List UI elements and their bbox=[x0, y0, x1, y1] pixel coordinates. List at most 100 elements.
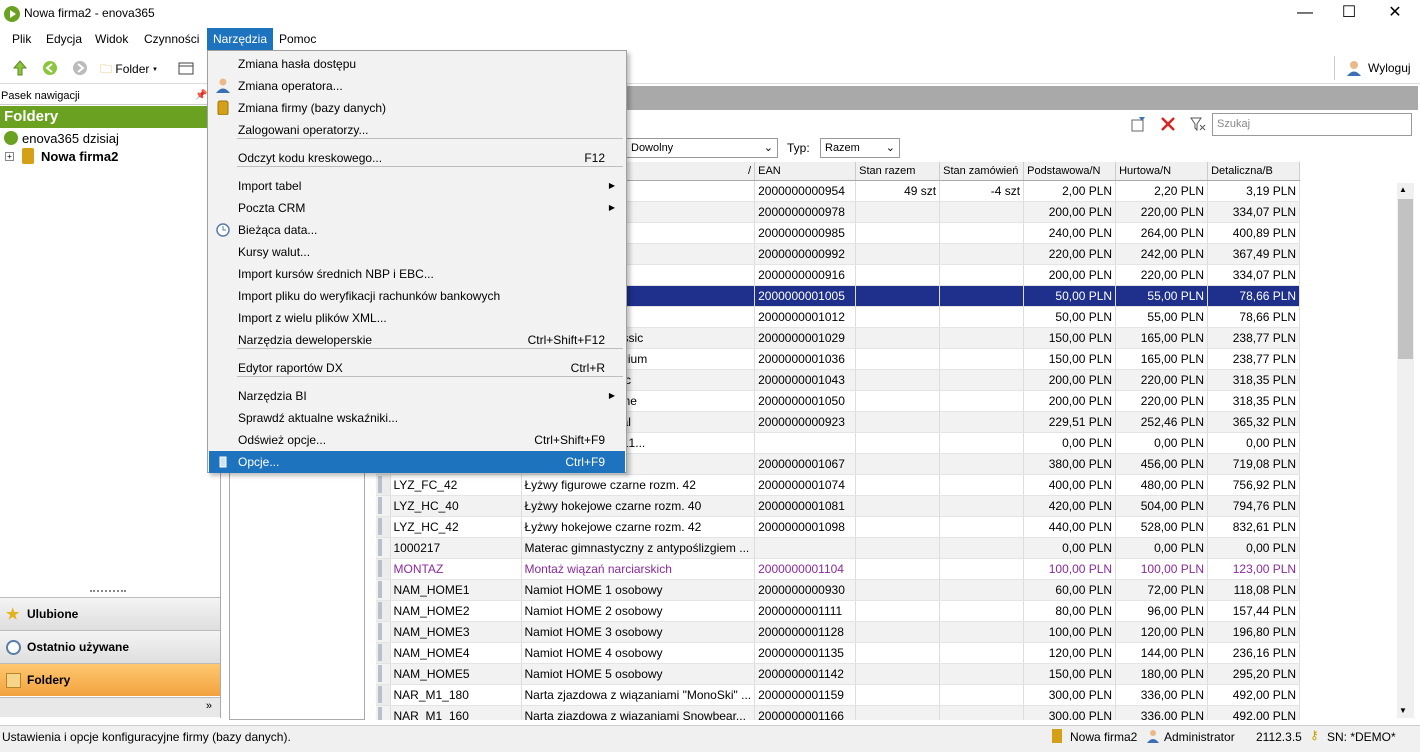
column-header-base-price[interactable]: Podstawowa/N bbox=[1023, 162, 1117, 181]
cell-retail-price: 334,07 PLN bbox=[1207, 264, 1301, 286]
cell-stock bbox=[855, 642, 941, 664]
status-company[interactable]: Nowa firma2 bbox=[1070, 730, 1137, 744]
dropdown-item[interactable]: Edytor raportów DX Ctrl+R bbox=[209, 357, 625, 379]
window-icon[interactable] bbox=[178, 60, 194, 76]
dropdown-item[interactable]: Zmiana hasła dostępu bbox=[209, 53, 625, 75]
table-row[interactable]: NAM_HOME1 Namiot HOME 1 osobowy 2000000000… bbox=[376, 579, 1301, 601]
dropdown-item[interactable]: Narzędzia BI ▶ bbox=[209, 385, 625, 407]
cell-name: Narta zjazdowa z wiązaniami "MonoSki" ..… bbox=[521, 684, 756, 706]
minimize-button[interactable]: — bbox=[1282, 0, 1328, 28]
tree-item-company[interactable]: Nowa firma2 bbox=[41, 149, 118, 164]
up-arrow-icon[interactable] bbox=[12, 60, 28, 76]
dropdown-item[interactable]: Import tabel ▶ bbox=[209, 175, 625, 197]
table-row[interactable]: NAM_HOME2 Namiot HOME 2 osobowy 2000000001… bbox=[376, 600, 1301, 622]
table-row[interactable]: MONTAZ Montaż wiązań narciarskich 20000000… bbox=[376, 558, 1301, 580]
row-header[interactable] bbox=[376, 474, 391, 496]
type-select[interactable]: Razem ⌄ bbox=[820, 138, 900, 158]
table-row[interactable]: NAR_M1_180 Narta zjazdowa z wiązaniami "M… bbox=[376, 684, 1301, 706]
table-row[interactable]: NAM_HOME3 Namiot HOME 3 osobowy 2000000001… bbox=[376, 621, 1301, 643]
splitter-handle[interactable] bbox=[90, 590, 126, 596]
dropdown-item[interactable]: Kursy walut... bbox=[209, 241, 625, 263]
menu-plik[interactable]: Plik bbox=[6, 28, 37, 50]
maximize-button[interactable]: ☐ bbox=[1326, 0, 1372, 28]
cell-retail-price: 492,00 PLN bbox=[1207, 705, 1301, 720]
menu-edycja[interactable]: Edycja bbox=[40, 28, 88, 50]
dropdown-item[interactable]: Import z wielu plików XML... bbox=[209, 307, 625, 329]
cell-ean: 2000000001012 bbox=[754, 306, 857, 328]
row-header[interactable] bbox=[376, 663, 391, 685]
cell-stock bbox=[855, 432, 941, 454]
cell-wholesale-price: 336,00 PLN bbox=[1115, 684, 1209, 706]
row-header[interactable] bbox=[376, 516, 391, 538]
dropdown-item[interactable]: Bieżąca data... bbox=[209, 219, 625, 241]
pin-icon[interactable]: 📌 bbox=[195, 90, 207, 101]
table-row[interactable]: LYZ_HC_42 Łyżwy hokejowe czarne rozm. 42 2… bbox=[376, 516, 1301, 538]
dropdown-item[interactable]: Import kursów średnich NBP i EBC... bbox=[209, 263, 625, 285]
dropdown-item[interactable]: Odczyt kodu kreskowego... F12 bbox=[209, 147, 625, 169]
search-input[interactable]: Szukaj bbox=[1212, 113, 1412, 136]
row-header[interactable] bbox=[376, 600, 391, 622]
dropdown-item[interactable]: Narzędzia deweloperskie Ctrl+Shift+F12 bbox=[209, 329, 625, 351]
dropdown-item[interactable]: Zalogowani operatorzy... bbox=[209, 119, 625, 141]
row-header[interactable] bbox=[376, 537, 391, 559]
cell-base-price: 0,00 PLN bbox=[1023, 432, 1117, 454]
close-button[interactable]: ✕ bbox=[1372, 0, 1418, 28]
scrollbar-thumb[interactable] bbox=[1398, 199, 1413, 359]
table-row[interactable]: NAR_M1_160 Narta zjazdowa z wiązaniami Sn… bbox=[376, 705, 1301, 720]
row-header[interactable] bbox=[376, 705, 391, 720]
cell-code: LYZ_HC_42 bbox=[390, 516, 522, 538]
dropdown-item[interactable]: Opcje... Ctrl+F9 bbox=[209, 451, 625, 473]
menu-pomoc[interactable]: Pomoc bbox=[273, 28, 322, 50]
row-header[interactable] bbox=[376, 495, 391, 517]
cell-ean: 2000000001128 bbox=[754, 621, 857, 643]
table-row[interactable]: LYZ_HC_40 Łyżwy hokejowe czarne rozm. 40 2… bbox=[376, 495, 1301, 517]
status-user[interactable]: Administrator bbox=[1164, 730, 1235, 744]
column-header-ean[interactable]: EAN bbox=[754, 162, 857, 181]
dropdown-item[interactable]: Sprawdź aktualne wskaźniki... bbox=[209, 407, 625, 429]
nav-more-button[interactable]: » bbox=[0, 697, 220, 717]
user-icon bbox=[1346, 60, 1362, 76]
table-row[interactable]: LYZ_FC_42 Łyżwy figurowe czarne rozm. 42 2… bbox=[376, 474, 1301, 496]
menu-czynnosci[interactable]: Czynności bbox=[138, 28, 205, 50]
logout-button[interactable]: Wyloguj bbox=[1368, 61, 1411, 75]
table-row[interactable]: 1000217 Materac gimnastyczny z antypośliz… bbox=[376, 537, 1301, 559]
dropdown-item[interactable]: Zmiana operatora... bbox=[209, 75, 625, 97]
dropdown-item[interactable]: Odśwież opcje... Ctrl+Shift+F9 bbox=[209, 429, 625, 451]
column-header-retail-price[interactable]: Detaliczna/B bbox=[1207, 162, 1301, 181]
row-header[interactable] bbox=[376, 579, 391, 601]
row-header[interactable] bbox=[376, 621, 391, 643]
cell-orders bbox=[939, 621, 1025, 643]
filter-config-icon[interactable] bbox=[1130, 116, 1146, 132]
cell-wholesale-price: 264,00 PLN bbox=[1115, 222, 1209, 244]
nav-folders[interactable]: Foldery bbox=[0, 663, 220, 696]
cell-base-price: 2,00 PLN bbox=[1023, 180, 1117, 202]
scroll-down-icon[interactable]: ▼ bbox=[1399, 706, 1407, 715]
dropdown-item[interactable]: Poczta CRM ▶ bbox=[209, 197, 625, 219]
back-icon[interactable] bbox=[42, 60, 58, 76]
menu-narzedzia[interactable]: Narzędzia bbox=[207, 28, 274, 50]
cell-orders bbox=[939, 411, 1025, 433]
column-header-stock[interactable]: Stan razem bbox=[855, 162, 941, 181]
dropdown-item[interactable]: Zmiana firmy (bazy danych) bbox=[209, 97, 625, 119]
dropdown-item[interactable]: Import pliku do weryfikacji rachunków ba… bbox=[209, 285, 625, 307]
clear-filter-icon[interactable] bbox=[1160, 116, 1176, 132]
table-row[interactable]: NAM_HOME5 Namiot HOME 5 osobowy 2000000001… bbox=[376, 663, 1301, 685]
nav-favorites[interactable]: ★ Ulubione bbox=[0, 597, 220, 630]
row-header[interactable] bbox=[376, 558, 391, 580]
row-header[interactable] bbox=[376, 642, 391, 664]
column-header-orders[interactable]: Stan zamówień bbox=[939, 162, 1025, 181]
menu-widok[interactable]: Widok bbox=[89, 28, 134, 50]
folder-button[interactable]: 🗀 Folder ▾ bbox=[100, 60, 157, 81]
nav-folders-label: Foldery bbox=[27, 673, 71, 687]
forward-icon[interactable] bbox=[72, 60, 88, 76]
kind-select[interactable]: Dowolny ⌄ bbox=[626, 138, 778, 158]
scroll-up-icon[interactable]: ▲ bbox=[1399, 185, 1407, 194]
nav-recent[interactable]: Ostatnio używane bbox=[0, 630, 220, 663]
row-header[interactable] bbox=[376, 684, 391, 706]
table-row[interactable]: NAM_HOME4 Namiot HOME 4 osobowy 2000000001… bbox=[376, 642, 1301, 664]
column-header-wholesale-price[interactable]: Hurtowa/N bbox=[1115, 162, 1209, 181]
expand-icon[interactable]: + bbox=[5, 152, 14, 161]
filter-icon[interactable] bbox=[1190, 116, 1206, 132]
tree-item-enova-today[interactable]: enova365 dzisiaj bbox=[22, 131, 119, 146]
cell-stock bbox=[855, 579, 941, 601]
